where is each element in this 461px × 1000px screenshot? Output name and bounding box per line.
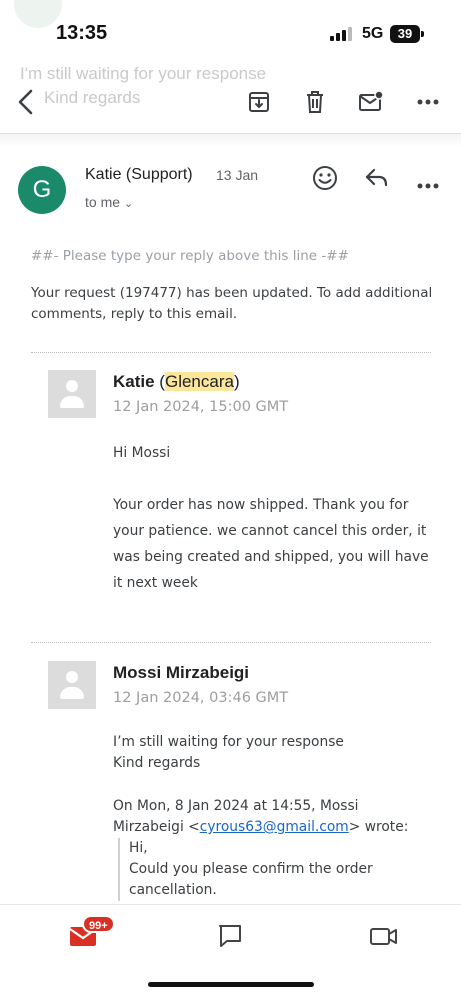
mail-unread-icon[interactable] bbox=[351, 82, 391, 122]
author-name: Katie bbox=[113, 372, 155, 391]
quote-header: Mirzabeigi <cyrous63@gmail.com> wrote: bbox=[113, 817, 408, 838]
signal-icon bbox=[330, 27, 354, 41]
message-toolbar bbox=[0, 82, 461, 124]
battery-level: 39 bbox=[397, 26, 413, 41]
quote-header-suffix: > wrote: bbox=[348, 819, 409, 835]
email-link[interactable]: cyrous63@gmail.com bbox=[200, 819, 349, 835]
org-paren-open: ( bbox=[154, 372, 165, 391]
more-icon[interactable] bbox=[408, 82, 448, 122]
author-name: Mossi Mirzabeigi bbox=[113, 663, 250, 682]
message-divider bbox=[31, 642, 431, 643]
update-text: Your request (197477) has been updated. … bbox=[31, 285, 433, 322]
video-icon[interactable] bbox=[362, 919, 406, 953]
back-icon[interactable] bbox=[6, 82, 46, 122]
quote-line: Hi, bbox=[129, 840, 148, 856]
trash-icon[interactable] bbox=[295, 82, 335, 122]
avatar bbox=[48, 370, 96, 418]
quote-line: cancellation. bbox=[129, 882, 217, 898]
email-date: 13 Jan bbox=[216, 167, 259, 183]
quote-header: On Mon, 8 Jan 2024 at 14:55, Mossi bbox=[113, 798, 359, 814]
battery-icon: 39 bbox=[390, 25, 424, 43]
archive-icon[interactable] bbox=[239, 82, 279, 122]
reply-hint: ##- Please type your reply above this li… bbox=[31, 248, 349, 264]
message-body: Your order has now shipped. Thank you fo… bbox=[113, 497, 429, 591]
quote-line: Could you please confirm the order bbox=[129, 861, 373, 877]
more-icon[interactable] bbox=[417, 176, 439, 194]
network-label: 5G bbox=[362, 25, 384, 42]
message-greeting: Hi Mossi bbox=[113, 445, 171, 461]
message-divider bbox=[31, 352, 431, 353]
recipient-toggle[interactable]: to me ⌄ bbox=[85, 194, 133, 210]
message-author: Katie (Glencara) bbox=[113, 372, 240, 392]
avatar bbox=[48, 661, 96, 709]
status-bar: 13:35 5G 39 bbox=[0, 0, 461, 60]
chevron-down-icon: ⌄ bbox=[124, 198, 134, 210]
message-body: I’m still waiting for your response bbox=[113, 734, 344, 750]
message-date: 12 Jan 2024, 15:00 GMT bbox=[113, 399, 289, 415]
message-body: Kind regards bbox=[113, 755, 201, 771]
message-date: 12 Jan 2024, 03:46 GMT bbox=[113, 690, 289, 706]
unread-badge: 99+ bbox=[82, 915, 115, 933]
org-paren-close: ) bbox=[233, 372, 240, 391]
reply-icon[interactable] bbox=[363, 164, 391, 197]
home-indicator bbox=[148, 982, 314, 987]
toolbar-divider bbox=[0, 133, 461, 147]
quote-header-prefix: Mirzabeigi < bbox=[113, 819, 200, 835]
org-name: Glencara bbox=[164, 372, 234, 391]
chat-icon[interactable] bbox=[208, 919, 252, 953]
status-time: 13:35 bbox=[56, 22, 108, 44]
sender-name: Katie (Support) bbox=[85, 166, 193, 183]
emoji-reaction-icon[interactable] bbox=[311, 164, 339, 197]
recipient-label: to me bbox=[85, 194, 121, 210]
quoted-text: Hi, Could you please confirm the order c… bbox=[118, 838, 373, 901]
sender-avatar[interactable]: G bbox=[18, 166, 66, 214]
